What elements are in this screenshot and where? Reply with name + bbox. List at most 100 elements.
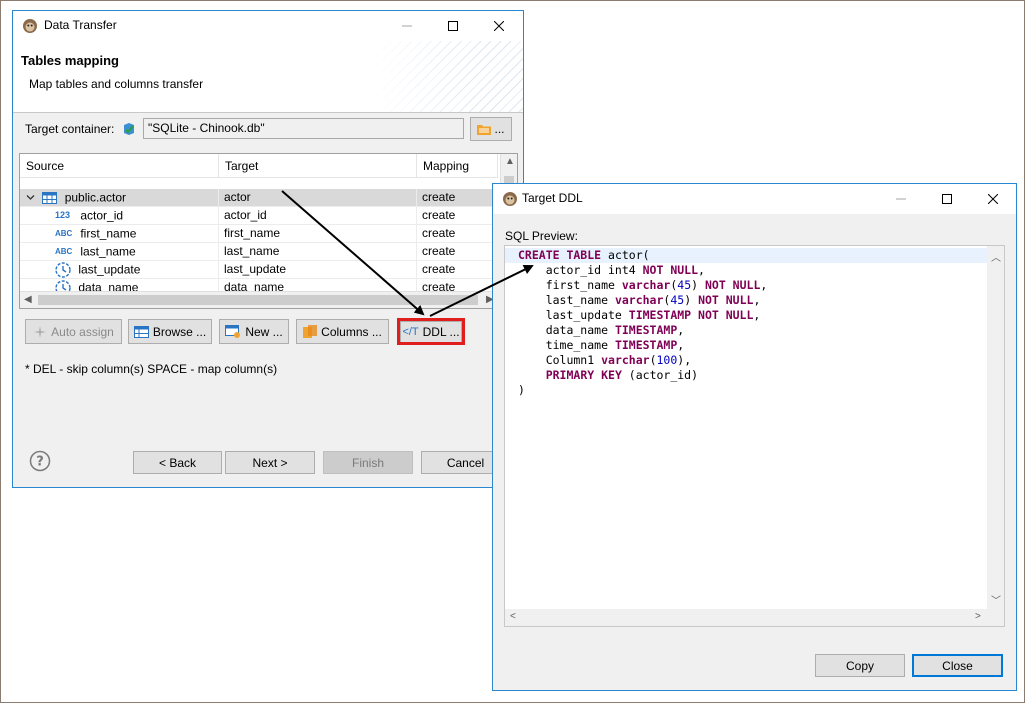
string-type-icon: ABC xyxy=(55,229,73,239)
sql-code: CREATE TABLE actor( actor_id int4 NOT NU… xyxy=(505,248,987,398)
browse-button[interactable]: Browse ... xyxy=(128,319,212,344)
wizard-header: Tables mapping Map tables and columns tr… xyxy=(13,41,523,113)
window-title: Target DDL xyxy=(522,191,583,205)
source-name: last_name xyxy=(80,244,136,259)
back-button[interactable]: < Back xyxy=(133,451,222,474)
columns-icon xyxy=(303,325,318,338)
target-cell[interactable]: first_name xyxy=(219,225,417,243)
table-horizontal-scrollbar[interactable]: ◀ ▶ xyxy=(20,291,502,308)
next-button[interactable]: Next > xyxy=(225,451,315,474)
scroll-right-icon[interactable]: > xyxy=(975,611,981,622)
ddl-button-highlight xyxy=(397,318,465,345)
mapping-cell[interactable]: create xyxy=(417,225,498,243)
scroll-thumb[interactable] xyxy=(38,295,478,305)
column-header-source[interactable]: Source xyxy=(20,154,219,178)
source-name: last_update xyxy=(78,262,141,277)
mapping-cell[interactable]: create xyxy=(417,207,498,225)
target-ddl-titlebar[interactable]: Target DDL xyxy=(493,184,1016,214)
maximize-icon xyxy=(448,21,458,31)
source-cell: 123 actor_id xyxy=(20,207,219,225)
sql-line: Column1 varchar(100), xyxy=(518,353,692,367)
scroll-left-icon[interactable]: < xyxy=(510,611,516,622)
mapping-cell[interactable]: create xyxy=(417,189,498,207)
chevron-down-icon[interactable] xyxy=(26,193,35,202)
sql-line: data_name TIMESTAMP, xyxy=(518,323,685,337)
dbeaver-app-icon xyxy=(503,192,517,206)
close-button[interactable] xyxy=(476,11,522,41)
target-cell[interactable]: actor xyxy=(219,189,417,207)
source-name: public.actor xyxy=(64,190,127,205)
source-cell: public.actor xyxy=(20,189,219,207)
source-cell: ABC first_name xyxy=(20,225,219,243)
choose-container-label: ... xyxy=(494,122,505,136)
sql-line: PRIMARY KEY (actor_id) xyxy=(545,368,699,382)
new-table-icon xyxy=(225,325,241,338)
auto-assign-button[interactable]: Auto assign xyxy=(25,319,122,344)
columns-button[interactable]: Columns ... xyxy=(296,319,389,344)
target-container-label: Target container: xyxy=(25,122,115,136)
maximize-button[interactable] xyxy=(924,184,970,214)
table-header: Source Target Mapping xyxy=(20,154,498,178)
string-type-icon: ABC xyxy=(55,247,73,257)
target-ddl-window: Target DDL SQL Preview: CREATE TABLE act… xyxy=(492,183,1017,691)
target-cell[interactable]: last_update xyxy=(219,261,417,279)
copy-button[interactable]: Copy xyxy=(815,654,905,677)
table-row[interactable]: ABC last_name last_name create xyxy=(20,243,498,261)
table-row[interactable]: 123 actor_id actor_id create xyxy=(20,207,498,225)
choose-container-button[interactable]: ... xyxy=(470,117,512,141)
column-header-mapping[interactable]: Mapping xyxy=(417,154,498,178)
columns-label: Columns ... xyxy=(321,324,382,339)
source-name: first_name xyxy=(80,226,137,241)
sql-horizontal-scrollbar[interactable]: < > xyxy=(505,609,989,626)
new-label: New ... xyxy=(245,324,283,339)
target-cell[interactable]: last_name xyxy=(219,243,417,261)
minimize-button[interactable] xyxy=(878,184,924,214)
maximize-icon xyxy=(942,194,952,204)
minimize-button[interactable] xyxy=(384,11,430,41)
mapping-table[interactable]: Source Target Mapping public.actor actor… xyxy=(19,153,518,309)
scroll-down-icon[interactable]: ﹀ xyxy=(991,592,1001,607)
source-cell: last_update xyxy=(20,261,219,279)
close-button[interactable] xyxy=(970,184,1016,214)
finish-button[interactable]: Finish xyxy=(323,451,413,474)
window-title: Data Transfer xyxy=(44,18,117,32)
magic-wand-icon xyxy=(34,325,47,338)
column-header-target[interactable]: Target xyxy=(219,154,417,178)
source-cell: ABC last_name xyxy=(20,243,219,261)
scroll-left-icon[interactable]: ◀ xyxy=(24,294,32,305)
scroll-corner xyxy=(987,609,1004,626)
dbeaver-app-icon xyxy=(23,19,37,33)
close-icon xyxy=(988,194,998,204)
source-name: actor_id xyxy=(80,208,124,223)
sql-preview-label: SQL Preview: xyxy=(505,229,578,243)
close-icon xyxy=(494,21,504,31)
auto-assign-label: Auto assign xyxy=(51,324,114,339)
svg-text:?: ? xyxy=(36,455,44,470)
database-connected-icon xyxy=(124,123,134,135)
sql-vertical-scrollbar[interactable]: ︿ ﹀ xyxy=(987,246,1004,610)
mapping-cell[interactable]: create xyxy=(417,243,498,261)
scroll-up-icon[interactable]: ︿ xyxy=(991,249,1001,264)
table-icon xyxy=(42,191,58,204)
data-transfer-titlebar[interactable]: Data Transfer xyxy=(13,11,523,41)
page-description: Map tables and columns transfer xyxy=(29,77,204,91)
maximize-button[interactable] xyxy=(430,11,476,41)
minimize-icon xyxy=(402,25,412,27)
keyboard-hint: * DEL - skip column(s) SPACE - map colum… xyxy=(25,362,278,376)
help-icon[interactable]: ? xyxy=(29,450,51,472)
target-container-field[interactable]: "SQLite - Chinook.db" xyxy=(143,118,464,139)
table-row[interactable]: ABC first_name first_name create xyxy=(20,225,498,243)
close-dialog-button[interactable]: Close xyxy=(912,654,1003,677)
sql-preview-editor[interactable]: CREATE TABLE actor( actor_id int4 NOT NU… xyxy=(504,245,1005,627)
table-row[interactable]: last_update last_update create xyxy=(20,261,498,279)
sql-line: CREATE TABLE actor( xyxy=(505,248,987,263)
mapping-cell[interactable]: create xyxy=(417,261,498,279)
scroll-up-icon[interactable]: ▲ xyxy=(505,156,515,167)
sql-line: ) xyxy=(518,383,525,397)
target-cell[interactable]: actor_id xyxy=(219,207,417,225)
numeric-type-icon: 123 xyxy=(55,210,71,221)
table-row[interactable]: public.actor actor create xyxy=(20,189,498,207)
table-icon xyxy=(133,325,149,338)
new-button[interactable]: New ... xyxy=(219,319,289,344)
sql-line: last_update TIMESTAMP NOT NULL, xyxy=(518,308,761,322)
